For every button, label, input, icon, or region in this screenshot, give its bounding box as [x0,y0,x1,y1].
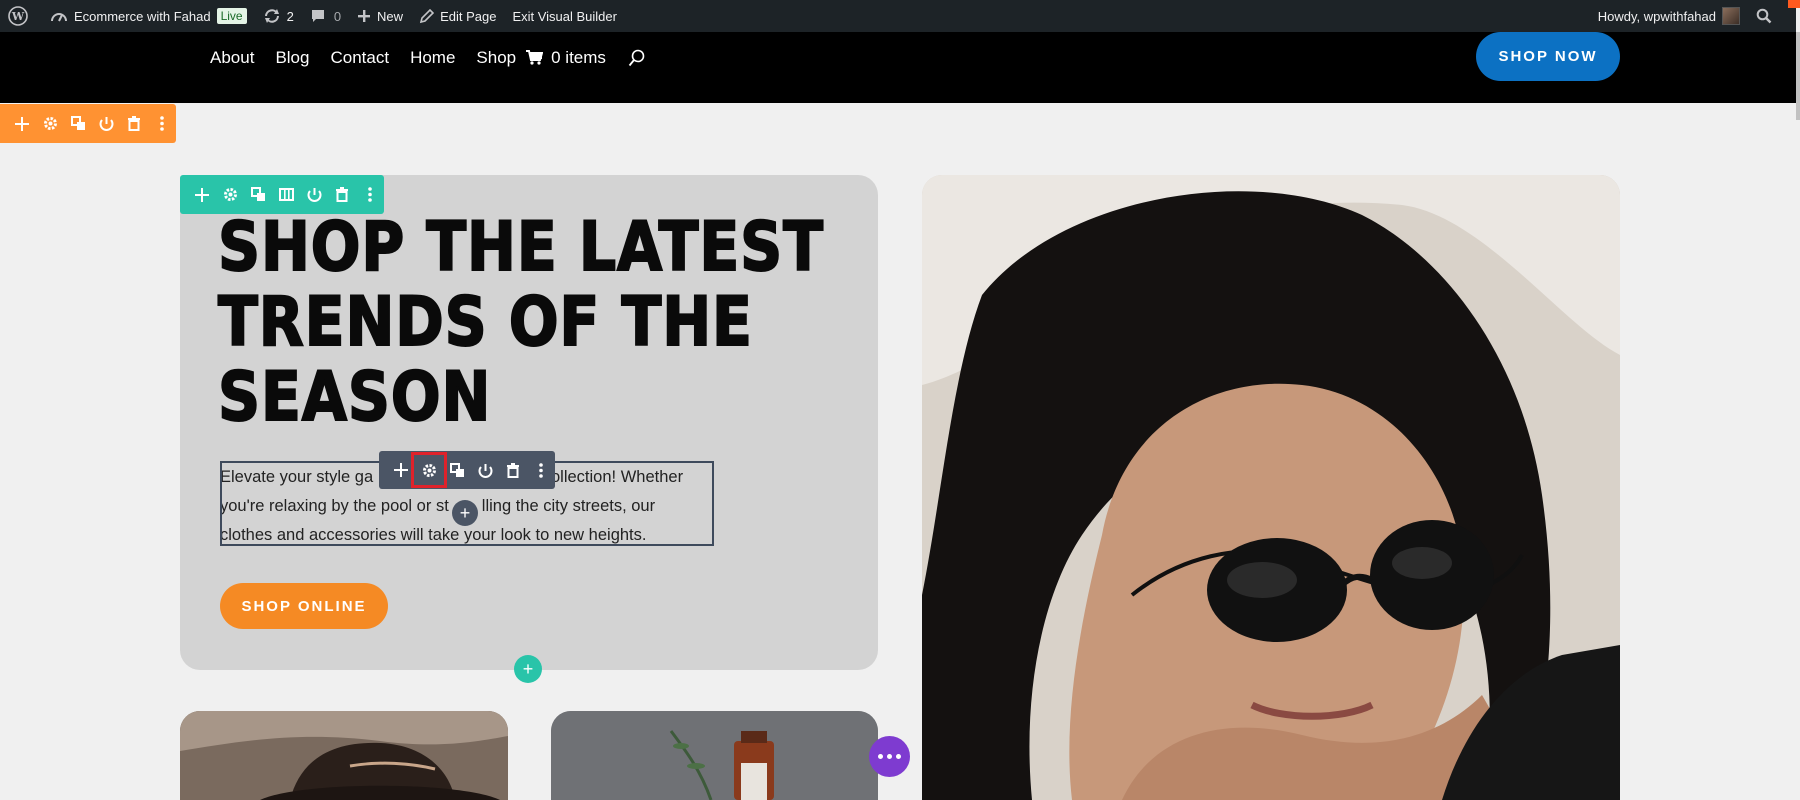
hero-heading-line: SEASON [217,358,492,437]
more-options-icon[interactable] [362,187,378,203]
module-toolbar [379,451,555,489]
move-icon[interactable] [14,116,30,132]
nav-item-about[interactable]: About [210,48,254,68]
more-options-icon[interactable] [154,116,170,132]
dot-icon [896,754,901,759]
trash-icon[interactable] [505,462,521,478]
scrollbar-thumb[interactable] [1796,32,1800,120]
cart-icon [526,50,544,65]
duplicate-icon[interactable] [449,462,465,478]
nav-item-contact[interactable]: Contact [330,48,389,68]
gear-icon[interactable] [222,187,238,203]
plus-icon [358,10,371,22]
my-account-link[interactable]: Howdy, wpwithfahad [1590,0,1748,32]
add-module-button[interactable]: + [452,500,478,526]
cart-link[interactable]: 0 items [526,48,606,68]
shop-now-button[interactable]: SHOP NOW [1476,32,1620,81]
move-icon[interactable] [393,462,409,478]
page-settings-button[interactable] [869,736,910,777]
updates-icon [264,9,279,23]
pencil-icon [419,8,435,23]
search-icon[interactable] [628,49,646,67]
site-name: Ecommerce with Fahad [74,8,211,24]
main-nav: About Blog Contact Home Shop 0 items [210,32,646,83]
module-settings-gear-icon[interactable] [411,452,447,488]
nav-item-home[interactable]: Home [410,48,455,68]
new-label: New [377,8,404,24]
nav-item-shop[interactable]: Shop [476,48,516,68]
site-name-link[interactable]: Ecommerce with Fahad Live [42,0,255,32]
wordpress-logo-icon[interactable]: W [0,0,42,32]
comments-link[interactable]: 0 [302,0,349,32]
dot-icon [887,754,892,759]
scroll-progress-marker [1788,0,1800,8]
svg-text:W: W [11,10,25,23]
edit-page-link[interactable]: Edit Page [411,0,504,32]
save-to-library-icon[interactable] [98,116,114,132]
edit-page-label: Edit Page [440,8,497,24]
shop-online-button[interactable]: SHOP ONLINE [220,583,388,629]
move-icon[interactable] [194,187,210,203]
hero-heading-line: TRENDS OF THE [217,283,753,362]
nav-item-blog[interactable]: Blog [275,48,309,68]
cart-count: 0 items [551,47,606,67]
howdy-label: Howdy, wpwithfahad [1597,8,1716,24]
comments-count: 0 [333,8,342,24]
scrollbar-track[interactable] [1796,0,1800,800]
dot-icon [878,754,883,759]
updates-link[interactable]: 2 [255,0,302,32]
hero-heading-line: SHOP THE LATEST [217,208,824,287]
admin-bar-right: Howdy, wpwithfahad [1590,0,1800,32]
site-header: About Blog Contact Home Shop 0 items SHO… [0,32,1800,103]
gear-icon[interactable] [42,116,58,132]
duplicate-icon[interactable] [250,187,266,203]
product-card-image-hat [180,711,508,800]
save-to-library-icon[interactable] [306,187,322,203]
exit-visual-builder-link[interactable]: Exit Visual Builder [504,0,625,32]
exit-builder-label: Exit Visual Builder [512,8,617,24]
avatar [1722,7,1740,25]
comment-icon [311,10,324,22]
dashboard-icon [51,13,67,22]
new-content-link[interactable]: New [349,0,411,32]
duplicate-icon[interactable] [70,116,86,132]
trash-icon[interactable] [126,116,142,132]
more-options-icon[interactable] [533,462,549,478]
hero-image [922,175,1620,800]
updates-count: 2 [286,8,294,24]
columns-icon[interactable] [278,187,294,203]
save-to-library-icon[interactable] [477,462,493,478]
add-row-button[interactable]: + [514,655,542,683]
hero-heading[interactable]: SHOP THE LATEST TRENDS OF THE SEASON [217,208,824,437]
trash-icon[interactable] [334,187,350,203]
admin-bar: W Ecommerce with Fahad Live 2 0 New Edit… [0,0,1800,32]
live-badge: Live [216,8,247,24]
product-card-image-bottle [551,711,878,800]
section-toolbar [0,104,176,143]
